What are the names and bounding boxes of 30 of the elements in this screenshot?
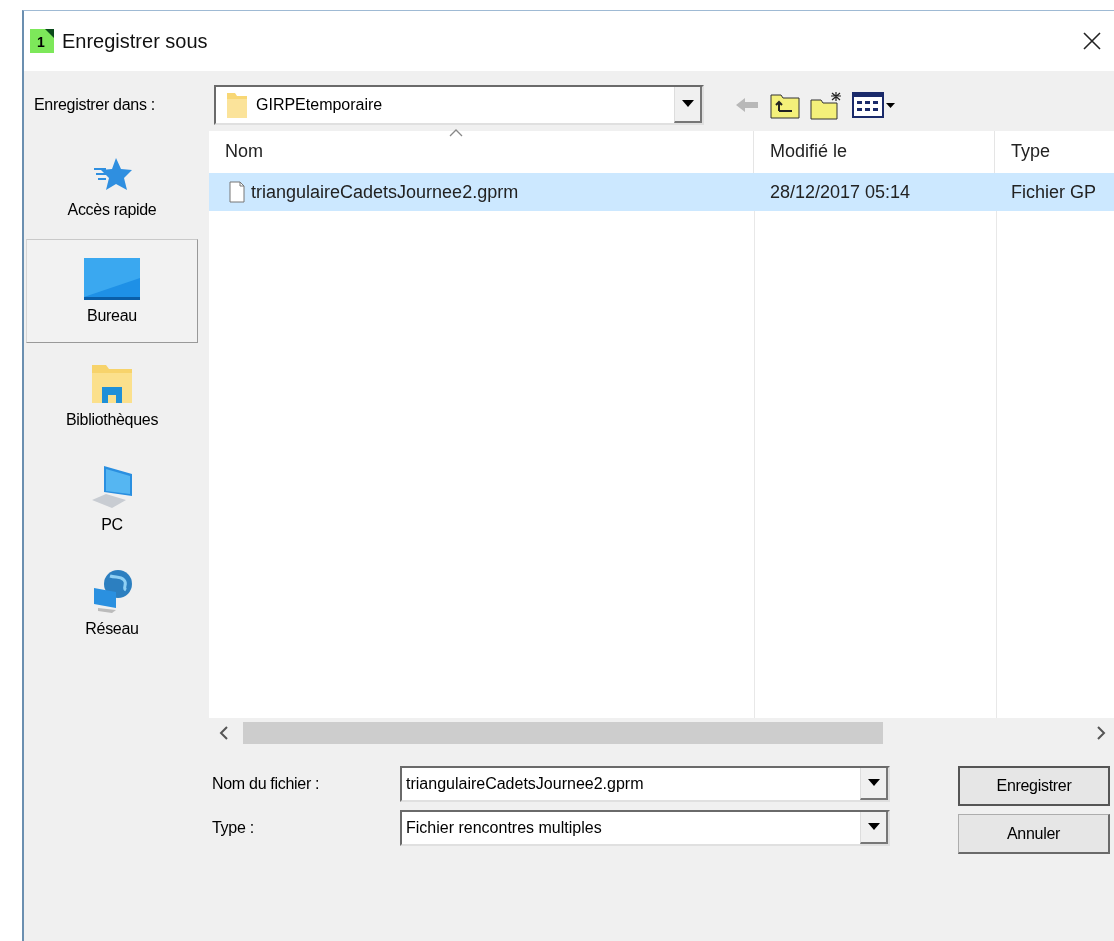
place-item[interactable]: Bibliothèques [26, 343, 198, 447]
folder-up-icon[interactable] [770, 91, 800, 119]
app-icon: 1 [30, 29, 54, 53]
file-name-field[interactable]: triangulaireCadetsJournee2.gprm [400, 766, 890, 802]
file-name: triangulaireCadetsJournee2.gprm [251, 181, 519, 203]
window-title: Enregistrer sous [62, 29, 209, 53]
view-menu-icon[interactable] [852, 91, 896, 119]
file-type-dropdown[interactable]: Fichier rencontres multiples [400, 810, 890, 846]
cancel-button[interactable]: Annuler [958, 814, 1110, 854]
file-icon [229, 181, 245, 203]
place-item[interactable]: Accès rapide [26, 135, 198, 239]
file-row[interactable]: triangulaireCadetsJournee2.gprm 28/12/2017 05:14 Fichier GP [209, 173, 1114, 211]
file-type-label: Type : [212, 819, 255, 837]
scrollbar-thumb[interactable] [243, 722, 883, 744]
scroll-left-icon[interactable] [219, 726, 229, 740]
place-item[interactable]: Réseau [26, 551, 198, 655]
close-icon[interactable] [1082, 31, 1102, 51]
place-item[interactable]: Bureau [26, 239, 198, 343]
file-name-label: Nom du fichier : [212, 775, 321, 793]
save-button[interactable]: Enregistrer [958, 766, 1110, 806]
computer-icon [90, 464, 134, 510]
desktop-icon [83, 257, 141, 301]
modified-date: 28/12/2017 05:14 [770, 181, 911, 203]
folder-icon [226, 91, 248, 119]
save-in-dropdown[interactable]: GIRPEtemporaire [214, 85, 704, 125]
file-type: Fichier GP [1011, 181, 1097, 203]
save-in-label: Enregistrer dans : [34, 96, 156, 114]
scroll-right-icon[interactable] [1096, 726, 1106, 740]
new-folder-icon[interactable] [810, 90, 842, 120]
place-item[interactable]: PC [26, 447, 198, 551]
